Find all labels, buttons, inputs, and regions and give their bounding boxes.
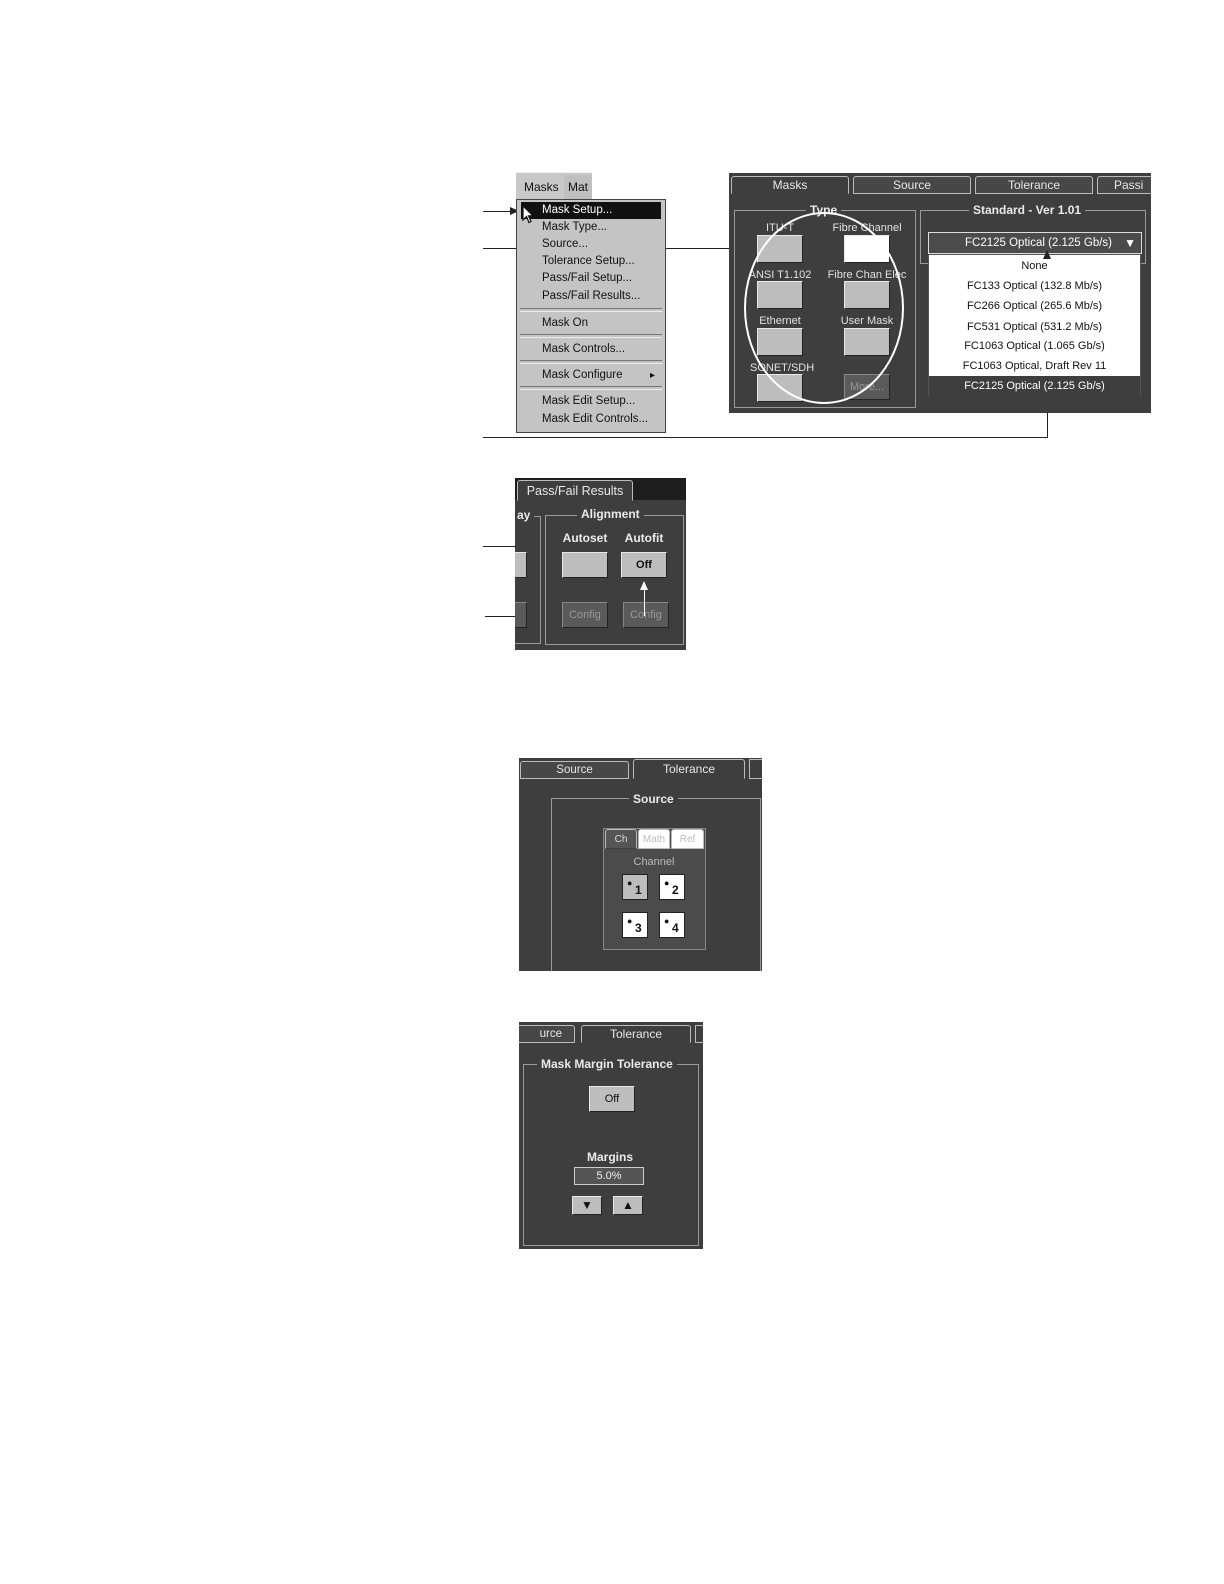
tolerance-off-button[interactable]: Off — [589, 1086, 635, 1112]
callout-arrow-autofit — [640, 581, 648, 590]
menu-bar: Masks Mat — [516, 172, 593, 201]
subtab-math[interactable]: Math — [638, 829, 670, 849]
autoset-config-button[interactable]: Config — [562, 602, 608, 628]
margins-value-field[interactable]: 5.0% — [574, 1167, 644, 1185]
autofit-off-button[interactable]: Off — [621, 552, 667, 578]
menu-item-mask-on[interactable]: Mask On — [521, 315, 661, 332]
menu-separator — [520, 334, 662, 338]
tab-tolerance[interactable]: Tolerance — [975, 176, 1093, 194]
menu-item-pass-fail-setup[interactable]: Pass/Fail Setup... — [521, 270, 661, 287]
menu-item-pass-fail-results[interactable]: Pass/Fail Results... — [521, 288, 661, 305]
menu-separator — [520, 386, 662, 390]
down-arrow-icon: ▼ — [581, 1198, 593, 1212]
menu-item-mask-setup[interactable]: Mask Setup... — [521, 202, 661, 219]
callout-line-standard — [483, 437, 1048, 438]
channel-4-button[interactable]: ● 4 — [659, 912, 685, 938]
source-panel: Source Tolerance Source Ch Math Ref Chan… — [519, 758, 762, 971]
menu-separator — [520, 360, 662, 364]
partial-config-button[interactable] — [515, 602, 527, 628]
source-group-title: Source — [629, 792, 678, 806]
menu-item-mask-controls[interactable]: Mask Controls... — [521, 341, 661, 358]
channel-3-button[interactable]: ● 3 — [622, 912, 648, 938]
channel-probe-icon: ● — [627, 916, 633, 926]
channel-label: Channel — [633, 856, 675, 868]
tab-pass[interactable]: Passi — [1097, 176, 1151, 194]
dropdown-arrow-icon: ▼ — [1124, 236, 1136, 250]
tab-source-partial[interactable]: urce — [519, 1025, 575, 1043]
menu-item-mask-edit-setup[interactable]: Mask Edit Setup... — [521, 393, 661, 410]
channel-1-button[interactable]: ● 1 — [622, 874, 648, 900]
channel-number: 4 — [672, 921, 679, 935]
type-highlight-ellipse — [744, 212, 904, 404]
channel-number: 3 — [635, 921, 642, 935]
channel-2-button[interactable]: ● 2 — [659, 874, 685, 900]
up-arrow-icon: ▲ — [622, 1198, 634, 1212]
autofit-config-button[interactable]: Config — [623, 602, 669, 628]
tab-edge — [695, 1025, 703, 1043]
standard-dropdown-list: None FC133 Optical (132.8 Mb/s) FC266 Op… — [928, 254, 1141, 396]
autoset-button[interactable] — [562, 552, 608, 578]
tab-source[interactable]: Source — [853, 176, 971, 194]
channel-probe-icon: ● — [627, 878, 633, 888]
tab-pass-fail-results[interactable]: Pass/Fail Results — [517, 480, 633, 501]
standard-option[interactable]: None — [929, 256, 1140, 276]
mask-margin-tolerance-title: Mask Margin Tolerance — [537, 1057, 677, 1071]
menu-item-tolerance-setup[interactable]: Tolerance Setup... — [521, 253, 661, 270]
standard-dropdown-value: FC2125 Optical (2.125 Gb/s) — [965, 237, 1113, 249]
tab-source[interactable]: Source — [520, 761, 629, 779]
mouse-cursor-icon — [522, 205, 535, 224]
subtab-ref[interactable]: Ref — [671, 829, 704, 849]
callout-line-autofit-vertical — [644, 590, 645, 616]
menu-item-mask-configure-label: Mask Configure — [542, 369, 623, 381]
tab-tolerance[interactable]: Tolerance — [633, 759, 745, 779]
margins-label: Margins — [586, 1150, 633, 1164]
menu-masks[interactable]: Masks — [520, 175, 563, 199]
autofit-label: Autofit — [624, 531, 664, 545]
channel-number: 1 — [635, 883, 642, 897]
submenu-arrow-icon: ▸ — [649, 370, 655, 381]
standard-option-selected[interactable]: FC2125 Optical (2.125 Gb/s) — [929, 376, 1140, 396]
menu-math[interactable]: Mat — [564, 175, 593, 199]
standard-option[interactable]: FC1063 Optical (1.065 Gb/s) — [929, 336, 1140, 356]
margins-decrease-button[interactable]: ▼ — [572, 1196, 602, 1215]
subtab-ch[interactable]: Ch — [605, 829, 637, 849]
tab-edge — [749, 759, 762, 779]
standard-option[interactable]: FC133 Optical (132.8 Mb/s) — [929, 276, 1140, 296]
margins-increase-button[interactable]: ▲ — [613, 1196, 643, 1215]
standard-dropdown[interactable]: FC2125 Optical (2.125 Gb/s) ▼ — [928, 232, 1142, 254]
channel-probe-icon: ● — [664, 916, 670, 926]
callout-line-mask-setup — [483, 211, 513, 212]
standard-option[interactable]: FC266 Optical (265.6 Mb/s) — [929, 296, 1140, 316]
channel-number: 2 — [672, 883, 679, 897]
menu-separator — [520, 308, 662, 312]
menu-item-source[interactable]: Source... — [521, 236, 661, 253]
channel-probe-icon: ● — [664, 878, 670, 888]
menu-item-mask-configure[interactable]: Mask Configure ▸ — [521, 367, 661, 384]
tab-masks[interactable]: Masks — [731, 176, 849, 194]
menu-item-mask-edit-controls[interactable]: Mask Edit Controls... — [521, 411, 661, 428]
partial-group-title: ay — [515, 508, 535, 522]
pass-fail-panel: Pass/Fail Results ay Alignment Autoset A… — [515, 478, 686, 650]
autoset-label: Autoset — [562, 531, 608, 545]
masks-menu: Mask Setup... Mask Type... Source... Tol… — [516, 199, 666, 433]
callout-arrow-standard — [1043, 250, 1051, 259]
tolerance-panel: urce Tolerance Mask Margin Tolerance Off… — [519, 1022, 703, 1249]
menu-item-mask-type[interactable]: Mask Type... — [521, 219, 661, 236]
partial-button[interactable] — [515, 552, 527, 578]
tab-tolerance[interactable]: Tolerance — [581, 1025, 691, 1043]
standard-option[interactable]: FC531 Optical (531.2 Mb/s) — [929, 317, 1140, 337]
standard-option[interactable]: FC1063 Optical, Draft Rev 11 — [929, 356, 1140, 376]
alignment-group-title: Alignment — [577, 507, 644, 521]
standard-group-title: Standard - Ver 1.01 — [969, 203, 1086, 217]
